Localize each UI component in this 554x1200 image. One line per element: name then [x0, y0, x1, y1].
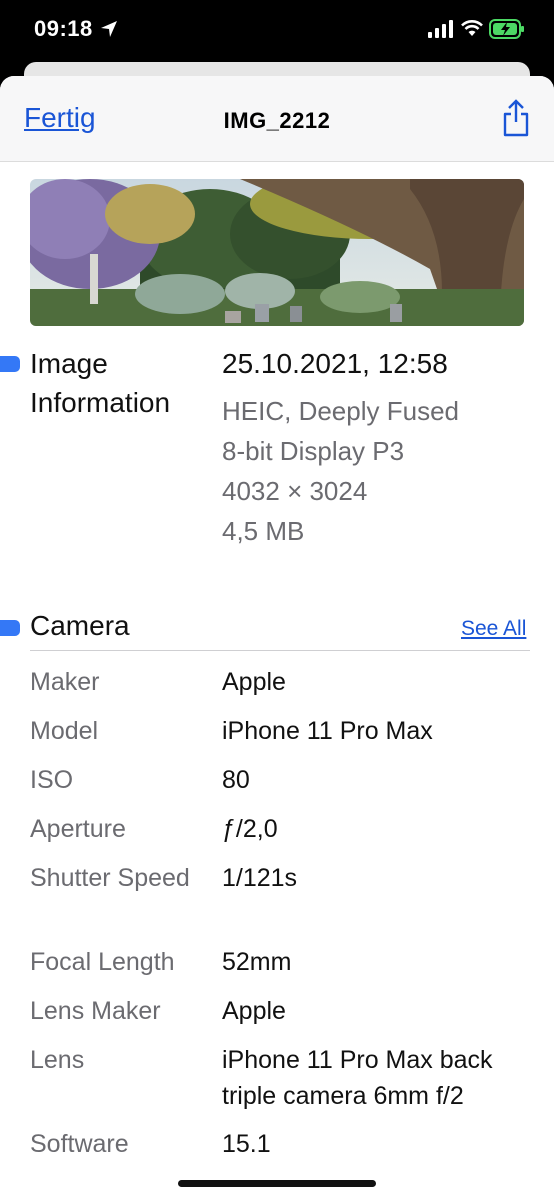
share-icon[interactable]	[500, 98, 532, 138]
camera-detail-value: 52mm	[222, 948, 292, 976]
see-all-link[interactable]: See All	[461, 617, 526, 641]
divider	[30, 650, 530, 651]
camera-detail-label: Software	[30, 1130, 129, 1158]
camera-detail-value: ƒ/2,0	[222, 815, 278, 843]
status-time: 09:18	[34, 16, 93, 41]
image-information-heading-line: Image	[30, 348, 108, 379]
image-information-heading: Image Information	[30, 344, 215, 422]
camera-detail-value: Apple	[222, 997, 286, 1025]
camera-detail-value: Apple	[222, 668, 286, 696]
status-bar: 09:18	[0, 0, 554, 62]
camera-detail-label: Lens Maker	[30, 997, 161, 1025]
capture-datetime: 25.10.2021, 12:58	[222, 348, 448, 379]
home-indicator[interactable]	[178, 1180, 376, 1187]
camera-heading: Camera	[30, 610, 130, 641]
location-arrow-icon	[101, 21, 117, 37]
camera-detail-label: Maker	[30, 668, 100, 696]
battery-charging-icon	[489, 19, 524, 39]
photo-info-sheet: Fertig IMG_2212 Image Information 25.10.…	[0, 76, 554, 1200]
navigation-bar: Fertig IMG_2212	[0, 76, 554, 162]
camera-detail-label: Model	[30, 717, 99, 745]
camera-detail-value: iPhone 11 Pro Max back triple camera 6mm…	[222, 1046, 493, 1110]
camera-detail-value: iPhone 11 Pro Max	[222, 717, 433, 745]
image-format: HEIC, Deeply Fused	[222, 396, 459, 426]
section-marker	[0, 620, 20, 636]
section-marker	[0, 356, 20, 372]
image-dimensions: 4032 × 3024	[222, 476, 368, 506]
page-title: IMG_2212	[223, 108, 331, 133]
camera-detail-value: 80	[222, 766, 250, 794]
camera-detail-label: Shutter Speed	[30, 864, 190, 892]
file-size: 4,5 MB	[222, 516, 305, 546]
image-information-heading-line: Information	[30, 387, 171, 418]
camera-detail-label: Lens	[30, 1046, 85, 1074]
camera-detail-label: Focal Length	[30, 948, 175, 976]
camera-detail-label: ISO	[30, 766, 74, 794]
cellular-signal-icon	[428, 20, 453, 38]
camera-detail-value: 1/121s	[222, 864, 298, 892]
camera-detail-label: Aperture	[30, 815, 126, 843]
camera-detail-value: 15.1	[222, 1130, 271, 1158]
wifi-icon	[461, 20, 483, 36]
color-profile: 8-bit Display P3	[222, 436, 405, 466]
photo-thumbnail[interactable]	[30, 179, 524, 326]
